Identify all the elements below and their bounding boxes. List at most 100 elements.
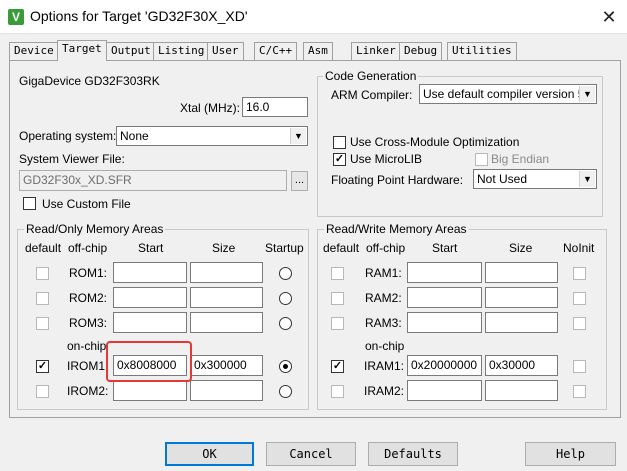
rom1-size-input[interactable] (190, 262, 263, 283)
defaults-button[interactable]: Defaults (368, 442, 458, 466)
ram-header-noinit: NoInit (563, 241, 595, 255)
iram2-default-checkbox[interactable] (331, 385, 344, 398)
tab-debug[interactable]: Debug (399, 42, 443, 60)
irom1-default-checkbox[interactable]: ✓ (36, 360, 49, 373)
iram1-label: IRAM1: (364, 359, 405, 373)
tab-asm[interactable]: Asm (303, 42, 333, 60)
chevron-down-icon[interactable]: ▼ (579, 86, 595, 102)
compiler-select-value: Use default compiler version 5 (423, 87, 585, 101)
rom3-startup-radio[interactable] (279, 317, 292, 330)
ram3-default-checkbox[interactable] (331, 317, 344, 330)
ram3-noinit-checkbox[interactable] (573, 317, 586, 330)
irom2-start-input[interactable] (113, 380, 187, 401)
ram2-size-input[interactable] (485, 287, 558, 308)
os-select[interactable]: None ▼ (116, 126, 308, 146)
rom2-start-input[interactable] (113, 287, 187, 308)
title-bar: V Options for Target 'GD32F30X_XD' ✕ (0, 0, 627, 34)
rom1-start-input[interactable] (113, 262, 187, 283)
ram2-noinit-checkbox[interactable] (573, 292, 586, 305)
os-select-value: None (120, 129, 149, 143)
rom-onchip-label: on-chip (67, 339, 107, 353)
rom-header-default: default (25, 241, 62, 255)
tab-listing[interactable]: Listing (153, 42, 210, 60)
ram1-label: RAM1: (365, 266, 402, 280)
microlib-checkbox[interactable]: ✓ (333, 153, 346, 166)
ram-header-default: default (323, 241, 360, 255)
rom-group-title: Read/Only Memory Areas (24, 222, 166, 236)
rom3-default-checkbox[interactable] (36, 317, 49, 330)
chevron-down-icon[interactable]: ▼ (290, 128, 306, 144)
ram2-label: RAM2: (365, 291, 402, 305)
custom-file-label: Use Custom File (42, 197, 131, 211)
ram2-default-checkbox[interactable] (331, 292, 344, 305)
tab-linker[interactable]: Linker (351, 42, 401, 60)
svf-browse-button[interactable]: ... (291, 171, 308, 191)
iram1-size-input[interactable]: 0x30000 (485, 355, 558, 376)
xtal-input[interactable]: 16.0 (242, 97, 308, 117)
rom2-label: ROM2: (69, 291, 108, 305)
rom3-label: ROM3: (69, 316, 108, 330)
custom-file-checkbox[interactable] (23, 197, 36, 210)
rom3-start-input[interactable] (113, 312, 187, 333)
ram-header-size: Size (509, 241, 533, 255)
tab-output[interactable]: Output (106, 42, 156, 60)
rom-header-size: Size (212, 241, 236, 255)
ram3-start-input[interactable] (407, 312, 482, 333)
ram1-size-input[interactable] (485, 262, 558, 283)
compiler-select[interactable]: Use default compiler version 5 ▼ (419, 84, 597, 104)
irom1-size-input[interactable]: 0x300000 (190, 355, 263, 376)
ram3-size-input[interactable] (485, 312, 558, 333)
fph-select-value: Not Used (477, 172, 528, 186)
compiler-label: ARM Compiler: (331, 88, 413, 102)
irom2-label: IROM2: (67, 384, 109, 398)
cross-module-label: Use Cross-Module Optimization (350, 135, 520, 149)
irom1-start-highlight (106, 341, 192, 382)
xtal-label: Xtal (MHz): (180, 101, 240, 115)
window-title: Options for Target 'GD32F30X_XD' (30, 8, 248, 24)
iram1-default-checkbox[interactable]: ✓ (331, 360, 344, 373)
irom1-startup-radio[interactable] (279, 360, 292, 373)
help-button[interactable]: Help (525, 442, 616, 466)
rom1-default-checkbox[interactable] (36, 267, 49, 280)
rom2-startup-radio[interactable] (279, 292, 292, 305)
code-generation-title: Code Generation (323, 69, 419, 83)
irom2-startup-radio[interactable] (279, 385, 292, 398)
fph-select[interactable]: Not Used ▼ (473, 169, 597, 189)
rom2-default-checkbox[interactable] (36, 292, 49, 305)
iram2-start-input[interactable] (407, 380, 482, 401)
ram-onchip-label: on-chip (365, 339, 405, 353)
ram1-start-input[interactable] (407, 262, 482, 283)
rom1-startup-radio[interactable] (279, 267, 292, 280)
keil-app-icon: V (8, 9, 24, 25)
iram1-noinit-checkbox[interactable] (573, 360, 586, 373)
cancel-button[interactable]: Cancel (266, 442, 356, 466)
close-icon[interactable]: ✕ (596, 4, 622, 30)
irom2-default-checkbox[interactable] (36, 385, 49, 398)
irom1-label: IROM1: (67, 359, 109, 373)
cross-module-checkbox[interactable] (333, 136, 346, 149)
rom2-size-input[interactable] (190, 287, 263, 308)
device-name: GigaDevice GD32F303RK (19, 74, 160, 88)
chevron-down-icon[interactable]: ▼ (579, 171, 595, 187)
iram2-size-input[interactable] (485, 380, 558, 401)
tab-cpp[interactable]: C/C++ (254, 42, 298, 60)
irom2-size-input[interactable] (190, 380, 263, 401)
big-endian-checkbox[interactable] (475, 153, 488, 166)
ram1-default-checkbox[interactable] (331, 267, 344, 280)
fph-label: Floating Point Hardware: (331, 173, 464, 187)
ram2-start-input[interactable] (407, 287, 482, 308)
rom1-label: ROM1: (69, 266, 108, 280)
tab-utilities[interactable]: Utilities (447, 42, 517, 60)
tab-device[interactable]: Device (9, 42, 59, 60)
iram1-start-input[interactable]: 0x20000000 (407, 355, 482, 376)
ram1-noinit-checkbox[interactable] (573, 267, 586, 280)
rom3-size-input[interactable] (190, 312, 263, 333)
iram2-noinit-checkbox[interactable] (573, 385, 586, 398)
svf-input[interactable]: GD32F30x_XD.SFR (19, 170, 287, 191)
big-endian-label: Big Endian (491, 152, 550, 166)
rom-header-start: Start (138, 241, 164, 255)
tab-target[interactable]: Target (57, 40, 107, 61)
svf-label: System Viewer File: (19, 152, 125, 166)
ok-button[interactable]: OK (165, 442, 254, 466)
tab-user[interactable]: User (207, 42, 244, 60)
